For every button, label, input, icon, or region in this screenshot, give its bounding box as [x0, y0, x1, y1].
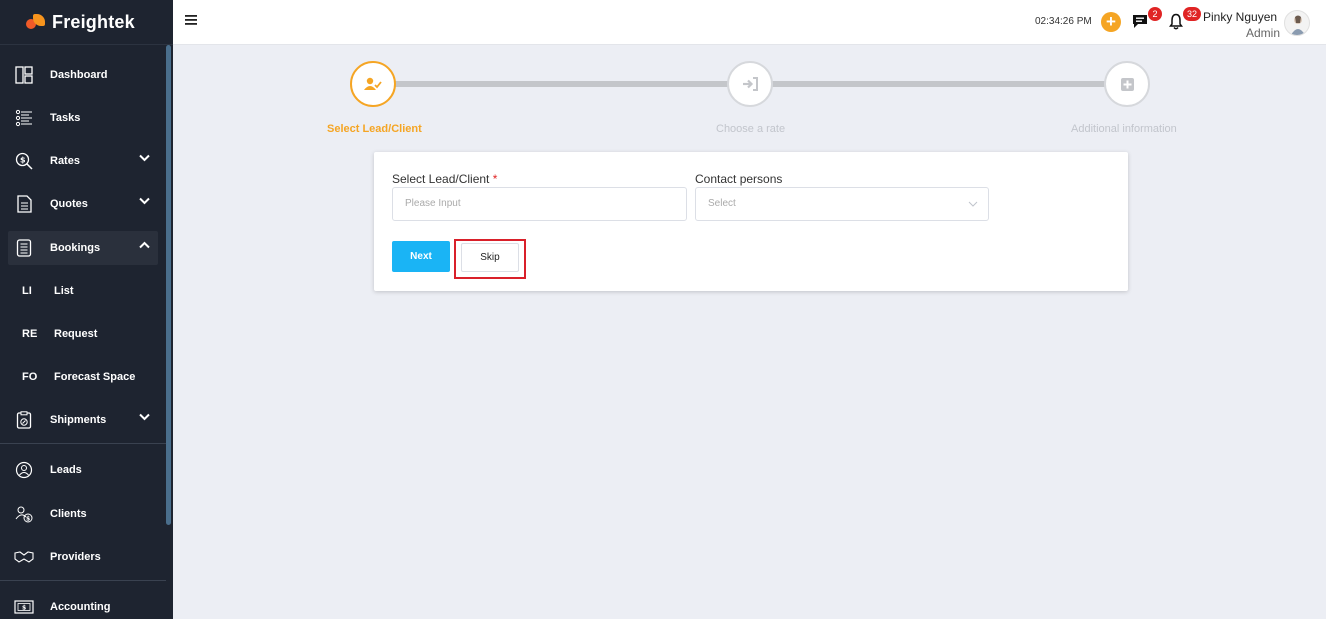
- subitem-label: List: [54, 285, 74, 297]
- brand[interactable]: Freightek: [0, 0, 173, 45]
- sidebar-item-dashboard[interactable]: Dashboard: [8, 58, 158, 92]
- sidebar-item-bookings[interactable]: Bookings: [8, 231, 158, 265]
- sidebar: Freightek Dashboard Tasks $ Rates Quotes…: [0, 0, 173, 619]
- stepper-connector: [395, 81, 729, 87]
- accounting-icon: $: [14, 597, 34, 617]
- sidebar-item-quotes[interactable]: Quotes: [8, 187, 158, 221]
- sidebar-item-label: Quotes: [50, 198, 88, 210]
- lead-input-placeholder: Please Input: [405, 198, 461, 209]
- sidebar-item-label: Shipments: [50, 414, 107, 426]
- sidebar-item-label: Dashboard: [50, 69, 108, 81]
- sign-in-icon: [743, 77, 758, 91]
- shipments-icon: [14, 410, 34, 430]
- skip-button[interactable]: Skip: [461, 243, 519, 272]
- sidebar-item-label: Rates: [50, 155, 80, 167]
- sidebar-item-label: Accounting: [50, 601, 111, 613]
- quotes-icon: [14, 194, 34, 214]
- dashboard-icon: [14, 65, 34, 85]
- sidebar-item-clients[interactable]: $ Clients: [8, 497, 158, 531]
- chat-icon[interactable]: [1132, 14, 1148, 29]
- lead-form-card: Select Lead/Client * Please Input Contac…: [374, 152, 1128, 291]
- lead-field-label: Select Lead/Client *: [392, 172, 497, 186]
- next-button[interactable]: Next: [392, 241, 450, 272]
- sidebar-item-leads[interactable]: Leads: [8, 453, 158, 487]
- lead-client-input[interactable]: Please Input: [392, 187, 687, 221]
- chevron-down-icon: [968, 201, 978, 207]
- subitem-abbr: LI: [22, 285, 32, 297]
- providers-icon: [14, 547, 34, 567]
- step-1-circle[interactable]: [350, 61, 396, 107]
- leads-icon: [14, 460, 34, 480]
- chevron-down-icon: [139, 154, 150, 162]
- clock: 02:34:26 PM: [1035, 16, 1092, 27]
- sidebar-item-rates[interactable]: $ Rates: [8, 144, 158, 178]
- svg-text:$: $: [22, 605, 26, 612]
- subitem-abbr: FO: [22, 371, 38, 383]
- user-role: Admin: [1245, 26, 1280, 40]
- sidebar-subitem-request[interactable]: RE Request: [22, 319, 97, 349]
- brand-name: Freightek: [52, 11, 135, 32]
- quick-add-button[interactable]: +: [1101, 12, 1121, 32]
- sidebar-item-accounting[interactable]: $ Accounting: [8, 590, 158, 619]
- sidebar-item-shipments[interactable]: Shipments: [8, 403, 158, 437]
- hamburger-menu-icon[interactable]: [185, 15, 197, 25]
- step-2-circle[interactable]: [727, 61, 773, 107]
- chevron-down-icon: [139, 197, 150, 205]
- sidebar-item-label: Bookings: [50, 242, 101, 254]
- step-1-label: Select Lead/Client: [327, 123, 422, 135]
- contact-persons-select[interactable]: Select: [695, 187, 989, 221]
- contact-select-placeholder: Select: [708, 198, 736, 209]
- step-3-circle[interactable]: [1104, 61, 1150, 107]
- subitem-label: Forecast Space: [54, 371, 136, 383]
- chevron-down-icon: [139, 413, 150, 421]
- topbar: 02:34:26 PM + 2 32 Pinky Nguyen Admin: [173, 0, 1326, 45]
- subitem-abbr: RE: [22, 328, 38, 340]
- clients-icon: $: [14, 504, 34, 524]
- sidebar-divider: [0, 443, 166, 444]
- tasks-icon: [14, 108, 34, 128]
- sidebar-item-label: Clients: [50, 508, 87, 520]
- sidebar-subitem-forecast-space[interactable]: FO Forecast Space: [22, 362, 135, 392]
- user-name[interactable]: Pinky Nguyen: [1203, 10, 1277, 24]
- avatar[interactable]: [1284, 10, 1310, 36]
- sidebar-subitem-list[interactable]: LI List: [22, 276, 74, 306]
- sidebar-item-label: Providers: [50, 551, 101, 563]
- sidebar-item-providers[interactable]: Providers: [8, 540, 158, 574]
- sidebar-divider: [0, 580, 166, 581]
- rates-icon: $: [14, 151, 34, 171]
- step-3-label: Additional information: [1071, 123, 1177, 135]
- svg-text:$: $: [20, 156, 26, 165]
- subitem-label: Request: [54, 328, 98, 340]
- contact-field-label: Contact persons: [695, 172, 783, 186]
- sidebar-scrollbar[interactable]: [166, 45, 171, 525]
- chevron-up-icon: [139, 241, 150, 249]
- step-2-label: Choose a rate: [716, 123, 786, 135]
- bookings-icon: [14, 238, 34, 258]
- chat-badge: 2: [1148, 7, 1162, 21]
- notification-badge: 32: [1183, 7, 1201, 21]
- sidebar-item-label: Tasks: [50, 112, 81, 124]
- user-check-icon: [364, 77, 382, 90]
- sidebar-item-tasks[interactable]: Tasks: [8, 101, 158, 135]
- svg-text:$: $: [26, 516, 30, 523]
- required-mark: *: [492, 172, 498, 186]
- plus-square-icon: [1120, 77, 1134, 91]
- lead-label-text: Select Lead/Client: [392, 172, 490, 186]
- freightek-logo-icon: [26, 14, 46, 30]
- bell-icon[interactable]: [1169, 13, 1183, 30]
- stepper-connector: [772, 81, 1106, 87]
- sidebar-item-label: Leads: [50, 464, 82, 476]
